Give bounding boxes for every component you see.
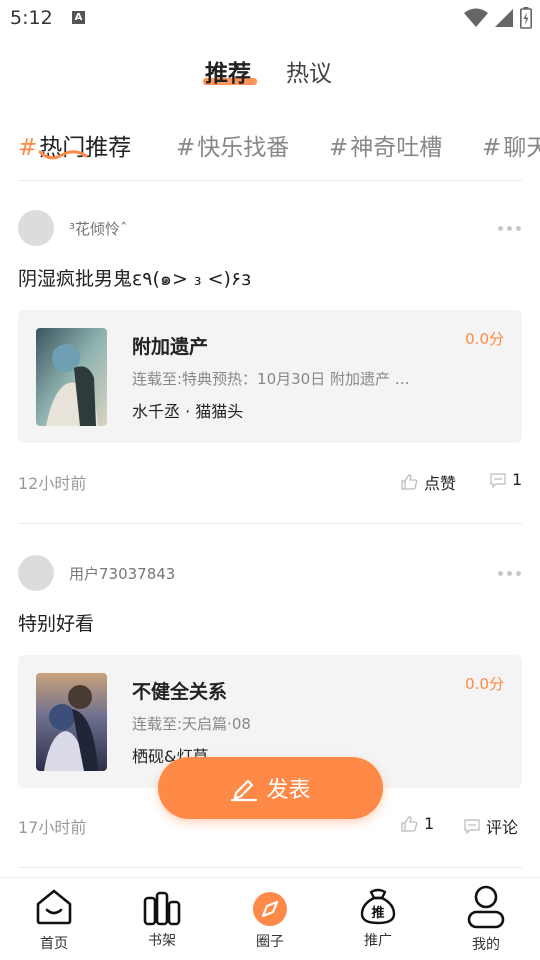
topic-hash: # — [176, 135, 196, 161]
book-score: 0.0分 — [465, 330, 504, 348]
publish-label: 发表 — [266, 778, 311, 803]
nav-label: 圈子 — [256, 934, 284, 950]
divider — [18, 180, 522, 181]
nav-promote[interactable]: 推 推广 — [324, 878, 432, 960]
post-text: 阴湿疯批男鬼ε٩(๑> ₃ <)۶з — [18, 268, 252, 290]
book-title: 不健全关系 — [132, 681, 228, 703]
tab-recommend[interactable]: 推荐 — [205, 54, 251, 88]
username[interactable]: ³花倾怜ˆ — [69, 218, 128, 239]
post-time: 17小时前 — [18, 818, 87, 837]
battery-icon — [520, 7, 532, 29]
book-title: 附加遗产 — [132, 336, 209, 358]
book-card[interactable]: 附加遗产 0.0分 连载至:特典预热：10月30日 附加遗产 … 水千丞 · 猫… — [18, 310, 522, 443]
like-button[interactable]: 1 — [400, 814, 434, 833]
home-icon — [36, 889, 72, 925]
topic-hash: # — [18, 135, 38, 161]
comment-label: 评论 — [486, 818, 519, 837]
publish-button[interactable]: 发表 — [158, 757, 383, 819]
top-tabs: 推荐 热议 — [0, 52, 540, 92]
book-score: 0.0分 — [465, 675, 504, 693]
divider — [18, 867, 522, 868]
more-options-icon[interactable] — [498, 226, 521, 231]
topic-row: #热门推荐 #快乐找番 #神奇吐槽 #聊天 — [0, 126, 540, 166]
topic-magic-roast[interactable]: #神奇吐槽 — [329, 128, 442, 162]
bottom-nav: 首页 书架 圈子 推 推广 我的 — [0, 877, 540, 960]
status-icons — [464, 7, 532, 29]
compass-icon — [253, 892, 287, 926]
post-time: 12小时前 — [18, 474, 87, 493]
bookshelf-icon — [143, 891, 181, 926]
thumbs-up-icon — [401, 815, 418, 832]
like-button[interactable]: 点赞 — [400, 470, 456, 494]
wifi-icon — [464, 8, 488, 27]
avatar[interactable] — [18, 210, 54, 246]
book-cover — [36, 328, 107, 426]
like-label: 点赞 — [424, 474, 457, 493]
divider — [18, 523, 522, 524]
comment-icon — [490, 472, 506, 488]
book-author: 水千丞 · 猫猫头 — [132, 402, 244, 421]
status-time: 5:12 — [10, 7, 53, 29]
status-bar: 5:12 A — [0, 0, 540, 36]
topic-chat[interactable]: #聊天 — [482, 128, 540, 162]
promo-badge-text: 推 — [371, 905, 384, 921]
comment-button[interactable]: 评论 — [464, 814, 518, 838]
pen-icon — [231, 779, 258, 802]
thumbs-up-icon — [401, 474, 418, 490]
comment-icon — [464, 819, 480, 834]
username[interactable]: 用户73037843 — [69, 563, 175, 584]
more-options-icon[interactable] — [498, 571, 521, 576]
nav-profile[interactable]: 我的 — [432, 878, 540, 960]
nav-label: 首页 — [40, 936, 68, 952]
promo-bag-icon: 推 — [360, 888, 396, 925]
comment-button[interactable]: 1 — [490, 470, 522, 489]
profile-icon — [467, 885, 505, 929]
nav-circle[interactable]: 圈子 — [216, 878, 324, 960]
post-text: 特别好看 — [18, 613, 95, 635]
notification-icon: A — [72, 11, 85, 24]
like-count: 1 — [424, 814, 435, 833]
tab-hot-discussion[interactable]: 热议 — [286, 54, 332, 88]
nav-label: 书架 — [148, 933, 176, 949]
topic-label: 快乐找番 — [197, 135, 290, 161]
topic-label: 聊天 — [503, 135, 540, 161]
book-update: 连载至:天启篇·08 — [132, 715, 251, 733]
signal-icon — [495, 9, 513, 27]
topic-label: 神奇吐槽 — [350, 135, 443, 161]
nav-label: 推广 — [364, 933, 392, 949]
topic-hash: # — [329, 135, 349, 161]
comment-count: 1 — [512, 470, 523, 489]
nav-bookshelf[interactable]: 书架 — [108, 878, 216, 960]
book-update: 连载至:特典预热：10月30日 附加遗产 … — [132, 370, 410, 388]
nav-label: 我的 — [472, 937, 500, 953]
topic-happy-search[interactable]: #快乐找番 — [176, 128, 289, 162]
book-cover — [36, 673, 107, 771]
topic-active-wave — [38, 150, 88, 160]
nav-home[interactable]: 首页 — [0, 878, 108, 960]
avatar[interactable] — [18, 555, 54, 591]
topic-hash: # — [482, 135, 502, 161]
